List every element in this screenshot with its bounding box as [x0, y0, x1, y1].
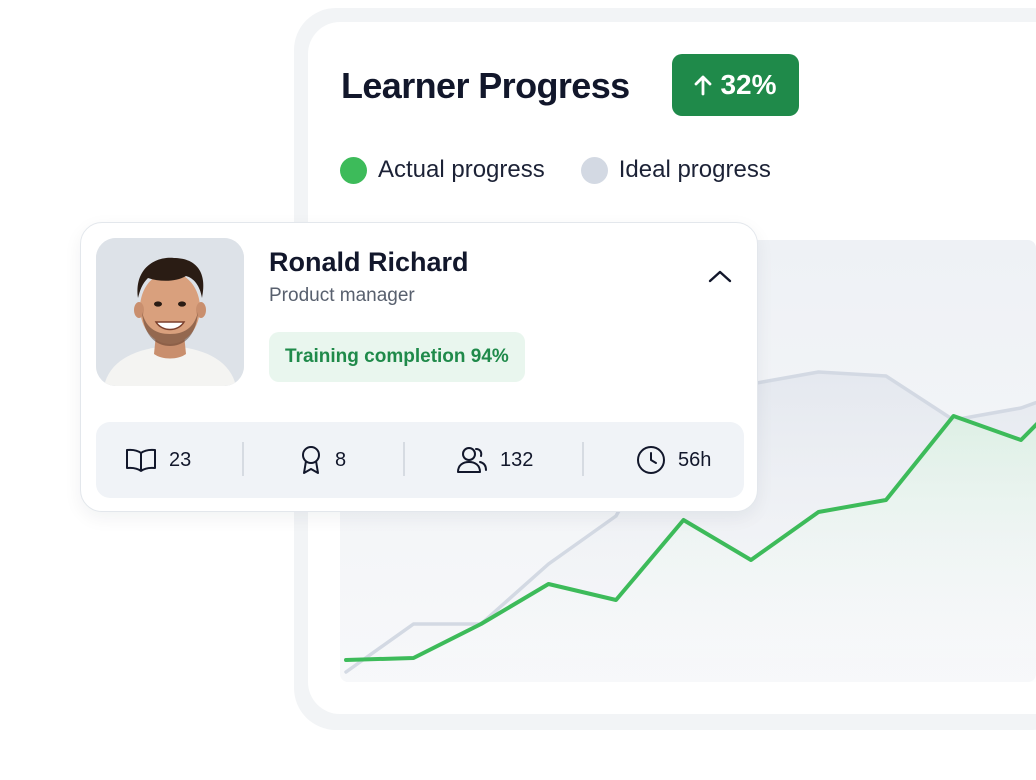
award-icon [299, 445, 323, 475]
avatar [96, 238, 244, 386]
stats-divider [582, 442, 584, 476]
legend-dot-ideal [580, 156, 608, 184]
stage: Learner Progress 32% Actual progress Ide… [0, 0, 1036, 780]
learner-name: Ronald Richard [269, 247, 469, 277]
collapse-button[interactable] [703, 263, 737, 293]
learner-card: Ronald Richard Product manager Training … [80, 222, 758, 512]
growth-value: 32% [720, 69, 777, 100]
stat-courses: 23 [125, 422, 191, 498]
book-icon [125, 447, 157, 473]
stat-hours: 56h [636, 422, 711, 498]
stats-bar: 23 8 132 56h [96, 422, 744, 498]
legend-item-ideal: Ideal progress [580, 156, 771, 184]
stats-divider [242, 442, 244, 476]
stat-awards: 8 [299, 422, 346, 498]
users-icon [456, 445, 488, 475]
stat-connections: 132 [456, 422, 533, 498]
stat-courses-value: 23 [169, 448, 192, 471]
clock-icon [636, 445, 666, 475]
chevron-up-icon [707, 268, 733, 289]
learner-role: Product manager [269, 285, 415, 306]
stat-awards-value: 8 [335, 448, 347, 471]
legend-item-actual: Actual progress [340, 156, 545, 184]
stats-divider [403, 442, 405, 476]
legend-label-actual: Actual progress [378, 156, 545, 183]
arrow-up-icon [694, 74, 712, 96]
page-title: Learner Progress [341, 65, 630, 106]
legend-dot-actual [340, 156, 367, 184]
legend-label-ideal: Ideal progress [618, 156, 771, 183]
chart-legend: Actual progress Ideal progress [340, 156, 771, 184]
stat-hours-value: 56h [678, 448, 712, 471]
completion-badge: Training completion 94% [269, 332, 525, 382]
stat-connections-value: 132 [500, 448, 534, 471]
growth-badge: 32% [672, 54, 799, 116]
